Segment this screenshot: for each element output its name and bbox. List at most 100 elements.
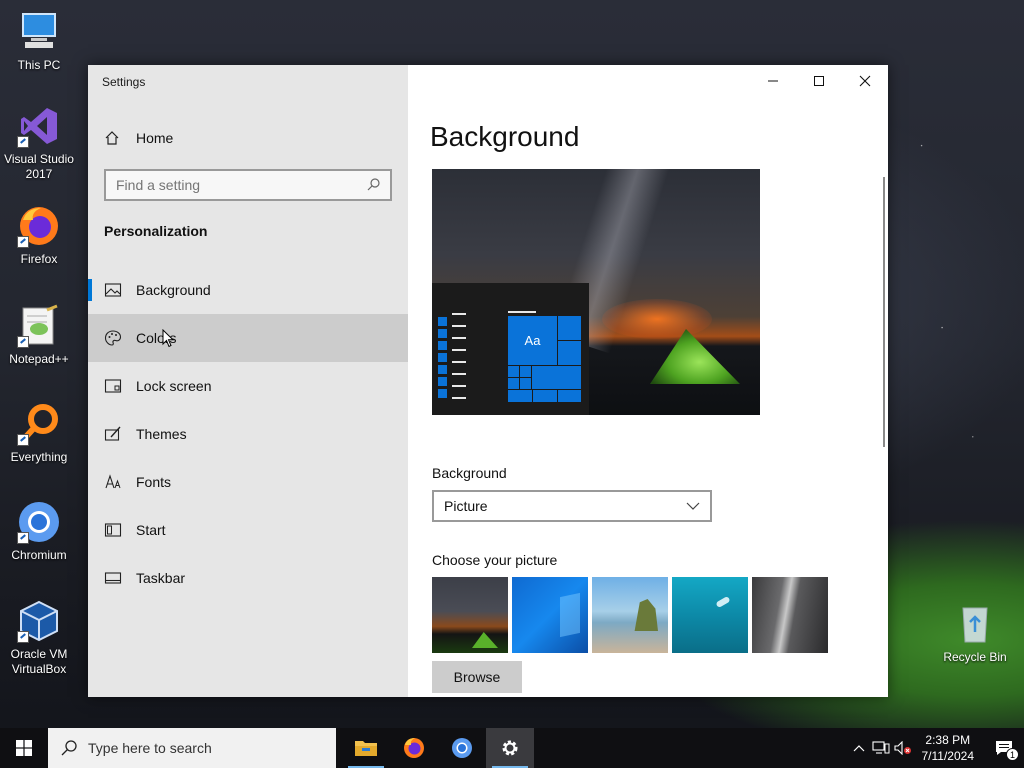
background-setting-label: Background — [432, 465, 507, 481]
start-icon — [104, 521, 122, 539]
sidebar-item-label: Background — [136, 282, 211, 298]
taskbar-icon — [104, 569, 122, 587]
thumbnail-rock-cliff[interactable] — [752, 577, 828, 653]
picture-icon — [104, 281, 122, 299]
background-preview: Aa — [432, 169, 760, 415]
computer-icon — [17, 10, 61, 54]
thumbnail-beach-rocks[interactable] — [592, 577, 668, 653]
system-tray: 2:38 PM 7/11/2024 1 — [848, 728, 1024, 768]
shortcut-arrow-icon — [17, 136, 29, 148]
thumbnail-windows-blue[interactable] — [512, 577, 588, 653]
desktop-icon-label: This PC — [17, 58, 61, 72]
desktop-icon-label: Oracle VM VirtualBox — [10, 647, 68, 676]
sidebar-item-start[interactable]: Start — [88, 506, 408, 554]
sidebar-item-label: Themes — [136, 426, 187, 442]
start-button[interactable] — [0, 728, 48, 768]
close-button[interactable] — [842, 65, 888, 97]
desktop-icon-virtualbox[interactable]: Oracle VM VirtualBox — [0, 599, 78, 677]
browse-button[interactable]: Browse — [432, 661, 522, 693]
maximize-icon — [814, 76, 824, 86]
taskbar-settings[interactable] — [486, 728, 534, 768]
sidebar-item-lock-screen[interactable]: Lock screen — [88, 362, 408, 410]
virtualbox-icon — [17, 599, 61, 643]
action-center-button[interactable]: 1 — [984, 728, 1024, 768]
desktop-icon-label: Notepad++ — [9, 352, 69, 366]
desktop-icon-label: Visual Studio 2017 — [4, 152, 74, 181]
taskbar-search-placeholder: Type here to search — [88, 740, 212, 756]
shortcut-arrow-icon — [17, 631, 29, 643]
desktop-icon-firefox[interactable]: Firefox — [0, 204, 78, 267]
desktop-icon-chromium[interactable]: Chromium — [0, 500, 78, 563]
minimize-button[interactable] — [750, 65, 796, 97]
search-input[interactable] — [116, 177, 366, 193]
dropdown-selected-value: Picture — [444, 498, 488, 514]
sidebar-item-label: Lock screen — [136, 378, 212, 394]
sidebar-item-label: Fonts — [136, 474, 172, 490]
window-title: Settings — [102, 75, 146, 89]
sidebar-item-background[interactable]: Background — [88, 266, 408, 314]
taskbar-clock[interactable]: 2:38 PM 7/11/2024 — [922, 732, 975, 764]
section-title: Personalization — [104, 223, 208, 239]
file-explorer-icon — [355, 741, 377, 756]
chevron-down-icon — [686, 498, 700, 514]
desktop-icon-this-pc[interactable]: This PC — [0, 10, 78, 73]
shortcut-arrow-icon — [17, 532, 29, 544]
notification-count-badge: 1 — [1006, 748, 1019, 761]
network-button[interactable] — [870, 728, 892, 768]
volume-button[interactable] — [892, 728, 914, 768]
clock-date: 7/11/2024 — [921, 749, 975, 763]
firefox-icon — [404, 738, 424, 758]
choose-picture-label: Choose your picture — [432, 552, 558, 568]
windows-logo-icon — [16, 740, 32, 756]
chromium-icon — [17, 500, 61, 544]
recycle-bin-icon — [953, 602, 997, 646]
search-icon — [60, 739, 78, 757]
close-icon — [859, 75, 871, 87]
page-title: Background — [430, 121, 580, 152]
network-icon — [871, 741, 889, 754]
desktop-icon-label: Firefox — [20, 252, 58, 266]
mouse-cursor-icon — [162, 328, 175, 351]
palette-icon — [104, 329, 122, 347]
settings-content: Background Aa Background Picture Choose … — [408, 65, 888, 697]
gear-icon — [502, 740, 518, 756]
sidebar-item-colors[interactable]: Colors — [88, 314, 408, 362]
shortcut-arrow-icon — [17, 434, 29, 446]
clock-time: 2:38 PM — [925, 733, 971, 747]
themes-icon — [104, 425, 122, 443]
preview-horizon-glow — [602, 299, 712, 339]
taskbar-search-box[interactable]: Type here to search — [48, 728, 336, 768]
search-icon[interactable] — [366, 177, 382, 193]
desktop-icon-recycle-bin[interactable]: Recycle Bin — [936, 602, 1014, 665]
desktop-icon-notepad-plus-plus[interactable]: Notepad++ — [0, 304, 78, 367]
chromium-icon — [452, 738, 472, 758]
find-setting-search[interactable] — [104, 169, 392, 201]
taskbar-chromium[interactable] — [438, 728, 486, 768]
settings-window: Settings Home Personalization Background — [88, 65, 888, 697]
firefox-icon — [17, 204, 61, 248]
taskbar-file-explorer[interactable] — [342, 728, 390, 768]
content-scrollbar[interactable] — [883, 177, 885, 447]
home-nav-item[interactable]: Home — [104, 127, 173, 149]
sidebar-item-taskbar[interactable]: Taskbar — [88, 554, 408, 602]
sidebar-item-label: Taskbar — [136, 570, 186, 586]
desktop-icon-label: Recycle Bin — [943, 650, 1007, 664]
everything-search-icon — [17, 402, 61, 446]
sidebar-item-fonts[interactable]: Fonts — [88, 458, 408, 506]
desktop-icon-label: Everything — [10, 450, 68, 464]
desktop-icon-everything[interactable]: Everything — [0, 402, 78, 465]
maximize-button[interactable] — [796, 65, 842, 97]
picture-thumbnails — [432, 577, 828, 653]
lock-screen-icon — [104, 377, 122, 395]
fonts-icon — [104, 473, 122, 491]
minimize-icon — [768, 80, 778, 82]
desktop-icon-visual-studio[interactable]: Visual Studio 2017 — [0, 104, 78, 182]
show-hidden-icons-button[interactable] — [848, 728, 870, 768]
taskbar-firefox[interactable] — [390, 728, 438, 768]
thumbnail-underwater[interactable] — [672, 577, 748, 653]
chevron-up-icon — [853, 745, 864, 752]
sidebar-item-themes[interactable]: Themes — [88, 410, 408, 458]
background-type-dropdown[interactable]: Picture — [432, 490, 712, 522]
home-icon — [104, 130, 120, 146]
thumbnail-milky-way[interactable] — [432, 577, 508, 653]
